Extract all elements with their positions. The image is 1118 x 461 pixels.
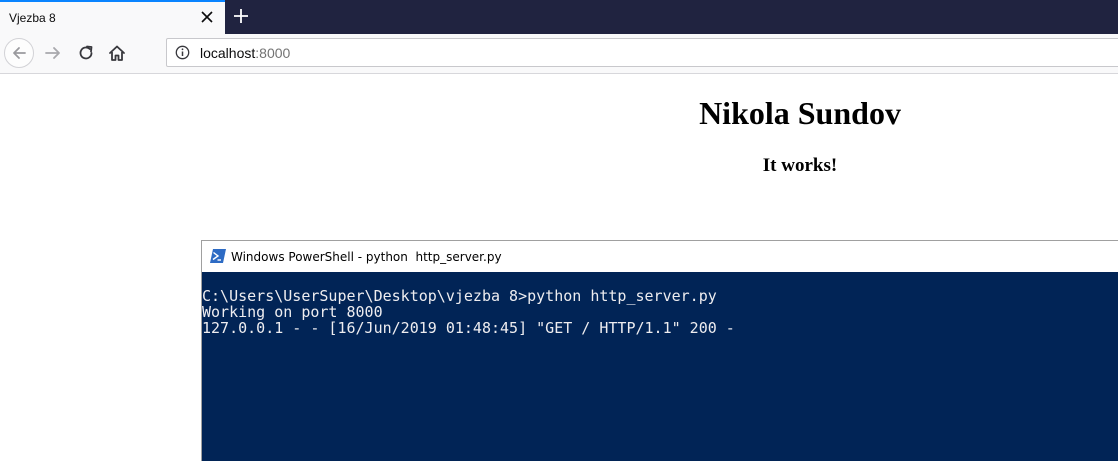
powershell-title: Windows PowerShell - python http_server.… <box>231 250 502 264</box>
powershell-window[interactable]: Windows PowerShell - python http_server.… <box>201 240 1118 461</box>
console-line: Working on port 8000 <box>202 303 383 321</box>
home-icon[interactable] <box>108 44 126 62</box>
url-port: :8000 <box>255 45 291 61</box>
url-bar[interactable]: localhost:8000 <box>166 38 1118 67</box>
console-line: 127.0.0.1 - - [16/Jun/2019 01:48:45] "GE… <box>202 319 735 337</box>
back-arrow-icon <box>13 47 26 59</box>
url-host: localhost <box>200 45 256 61</box>
tab-strip: Vjezba 8 <box>0 0 1118 34</box>
page-subheading: It works! <box>762 155 838 176</box>
new-tab-plus-icon[interactable] <box>232 7 250 25</box>
browser-tab-active[interactable]: Vjezba 8 <box>0 0 225 34</box>
back-button[interactable] <box>4 38 34 68</box>
reload-icon[interactable] <box>77 44 95 62</box>
site-info-icon[interactable] <box>175 45 190 60</box>
powershell-icon <box>210 249 226 263</box>
powershell-titlebar[interactable]: Windows PowerShell - python http_server.… <box>202 241 1118 272</box>
tab-title: Vjezba 8 <box>9 11 56 25</box>
url-text[interactable]: localhost:8000 <box>200 45 290 61</box>
page-heading: Nikola Sundov <box>699 95 901 131</box>
console-line: C:\Users\UserSuper\Desktop\vjezba 8>pyth… <box>202 287 717 305</box>
forward-arrow-icon[interactable] <box>44 44 62 62</box>
close-tab-icon[interactable] <box>200 10 214 24</box>
navigation-toolbar: localhost:8000 <box>0 34 1118 74</box>
powershell-console[interactable]: C:\Users\UserSuper\Desktop\vjezba 8>pyth… <box>202 272 1118 461</box>
